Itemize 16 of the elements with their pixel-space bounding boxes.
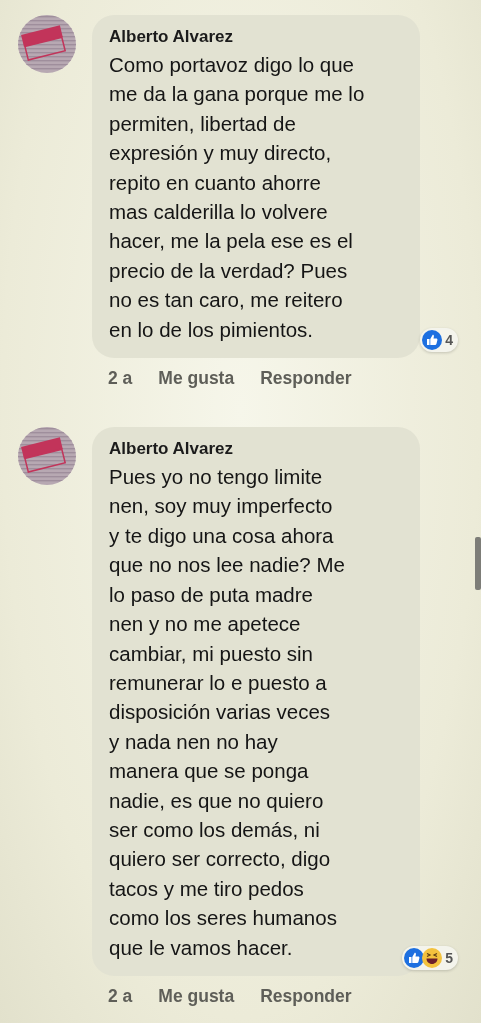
reaction-badge[interactable]: 4	[420, 328, 458, 353]
author-name[interactable]: Alberto Alvarez	[109, 27, 402, 47]
laughing-face-icon	[422, 947, 443, 968]
like-link[interactable]: Me gusta	[158, 368, 235, 390]
thumbs-up-icon	[404, 947, 425, 968]
comment-text: Como portavoz digo lo que me da la gana porque me lo permiten, libertad de expresión y muy directo, repito en cuanto ahorre mas calderilla lo volvere hacer, me la pela ese es el precio de la verdad? Pues no es tan caro, me reitero en lo de los pimientos.	[109, 52, 366, 343]
reply-link[interactable]: Responder	[260, 368, 352, 390]
reply-link[interactable]: Responder	[260, 985, 352, 1007]
reaction-badge[interactable]: 5	[402, 945, 458, 970]
author-name[interactable]: Alberto Alvarez	[109, 439, 402, 460]
timestamp: 2 a	[108, 985, 133, 1007]
scrollbar[interactable]	[475, 537, 481, 590]
comment-text: Pues yo no tengo limite nen, soy muy imperfecto y te digo una cosa ahora que no nos lee nadie? Me lo paso de puta madre nen y no me apetece cambiar, mi puesto sin remunerar lo e puesto a disposición varias veces y nada nen no hay manera que se ponga nadie, es que no quiero ser como los demás, ni quiero ser correcto, digo tacos y me tiro pedos como los seres humanos que le vamos hacer.	[109, 464, 346, 961]
thumbs-up-icon	[422, 330, 443, 351]
timestamp: 2 a	[108, 368, 133, 390]
like-link[interactable]: Me gusta	[158, 985, 235, 1007]
